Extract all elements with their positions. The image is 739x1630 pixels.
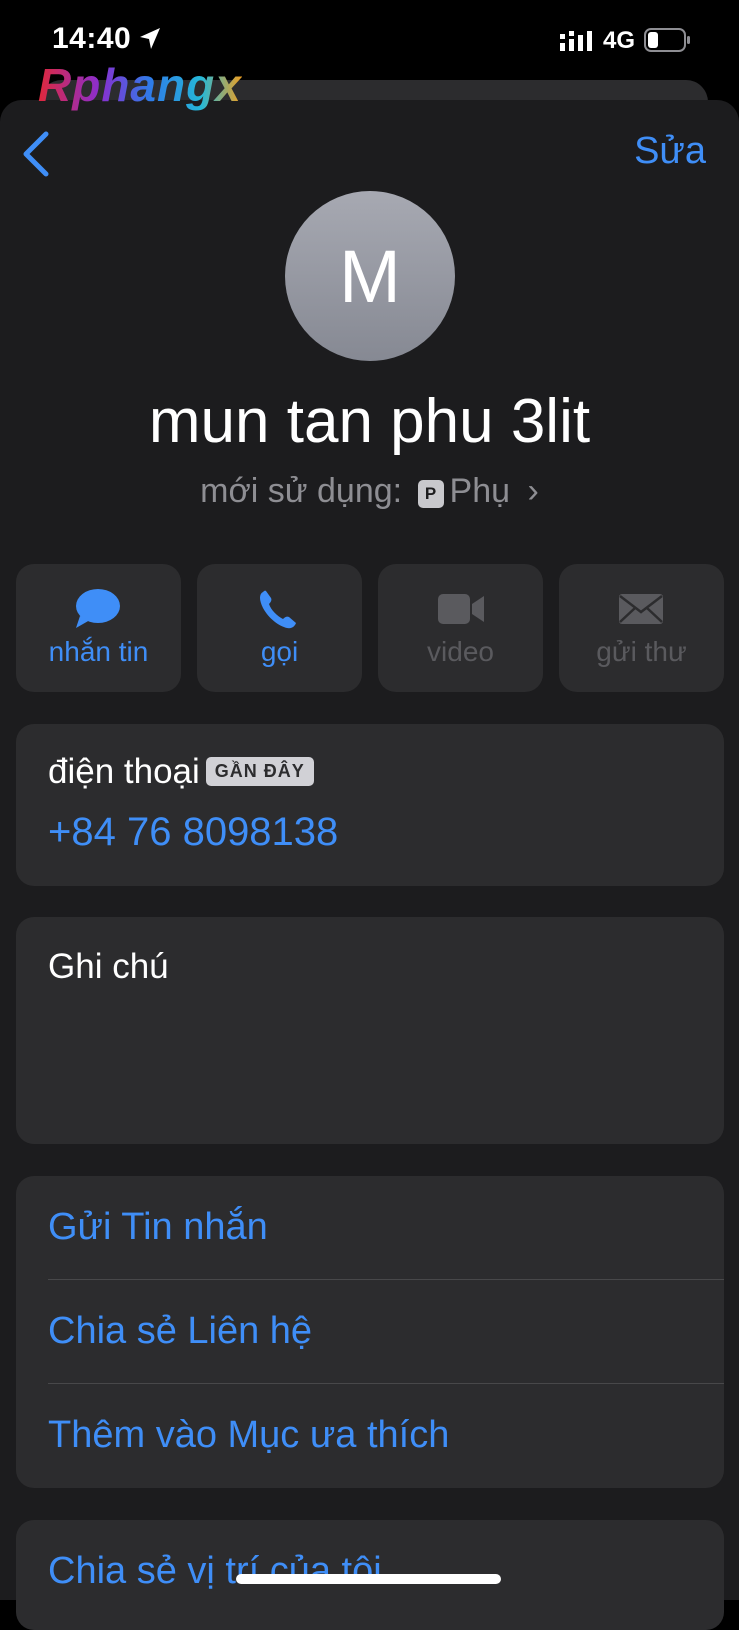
phone-number-link[interactable]: +84 76 8098138 xyxy=(48,810,338,855)
share-location-option[interactable]: Chia sẻ vị trí của tôi xyxy=(48,1550,382,1593)
mail-label: gửi thư xyxy=(596,636,687,667)
phone-label-text: điện thoại xyxy=(48,752,200,791)
avatar-initial: M xyxy=(339,234,401,318)
divider xyxy=(48,1279,724,1280)
battery-icon xyxy=(644,28,690,52)
home-indicator[interactable] xyxy=(236,1574,501,1584)
mail-icon xyxy=(619,594,663,624)
line-badge: P xyxy=(417,480,444,508)
message-label: nhắn tin xyxy=(48,636,149,667)
share-contact-option[interactable]: Chia sẻ Liên hệ xyxy=(48,1310,312,1353)
avatar: M xyxy=(285,191,455,361)
divider xyxy=(48,1383,724,1384)
watermark-logo: Rphangx xyxy=(38,59,242,111)
call-label: gọi xyxy=(260,636,299,667)
location-arrow-icon xyxy=(140,28,160,49)
phone-card: điện thoại GẦN ĐÂY +84 76 8098138 xyxy=(16,724,724,886)
notes-card[interactable]: Ghi chú xyxy=(16,917,724,1144)
add-favorite-option[interactable]: Thêm vào Mục ưa thích xyxy=(48,1414,449,1457)
back-chevron-icon[interactable] xyxy=(18,130,58,178)
edit-button[interactable]: Sửa xyxy=(634,130,706,173)
video-button[interactable]: video xyxy=(378,564,543,692)
video-label: video xyxy=(427,636,494,667)
message-button[interactable]: nhắn tin xyxy=(16,564,181,692)
recent-badge: GẦN ĐÂY xyxy=(205,757,314,786)
phone-label: điện thoại GẦN ĐÂY xyxy=(48,752,314,792)
options-card: Gửi Tin nhắn Chia sẻ Liên hệ Thêm vào Mụ… xyxy=(16,1176,724,1488)
mail-button[interactable]: gửi thư xyxy=(559,564,724,692)
contact-name: mun tan phu 3lit xyxy=(148,387,591,456)
status-time: 14:40 xyxy=(52,22,132,55)
chevron-right-icon: › xyxy=(527,472,539,510)
phone-icon xyxy=(260,590,296,629)
notes-label: Ghi chú xyxy=(48,947,169,986)
message-icon xyxy=(76,589,120,628)
call-button[interactable]: gọi xyxy=(197,564,362,692)
line-name: Phụ xyxy=(449,472,511,510)
video-icon xyxy=(438,594,484,624)
signal-icon xyxy=(560,31,592,51)
recent-prefix: mới sử dụng: xyxy=(200,472,403,510)
quick-actions: nhắn tin gọi video gửi thư xyxy=(16,564,724,692)
recent-line-selector[interactable]: mới sử dụng: P Phụ › xyxy=(0,472,739,511)
send-message-option[interactable]: Gửi Tin nhắn xyxy=(48,1206,268,1249)
network-type: 4G xyxy=(603,27,636,54)
